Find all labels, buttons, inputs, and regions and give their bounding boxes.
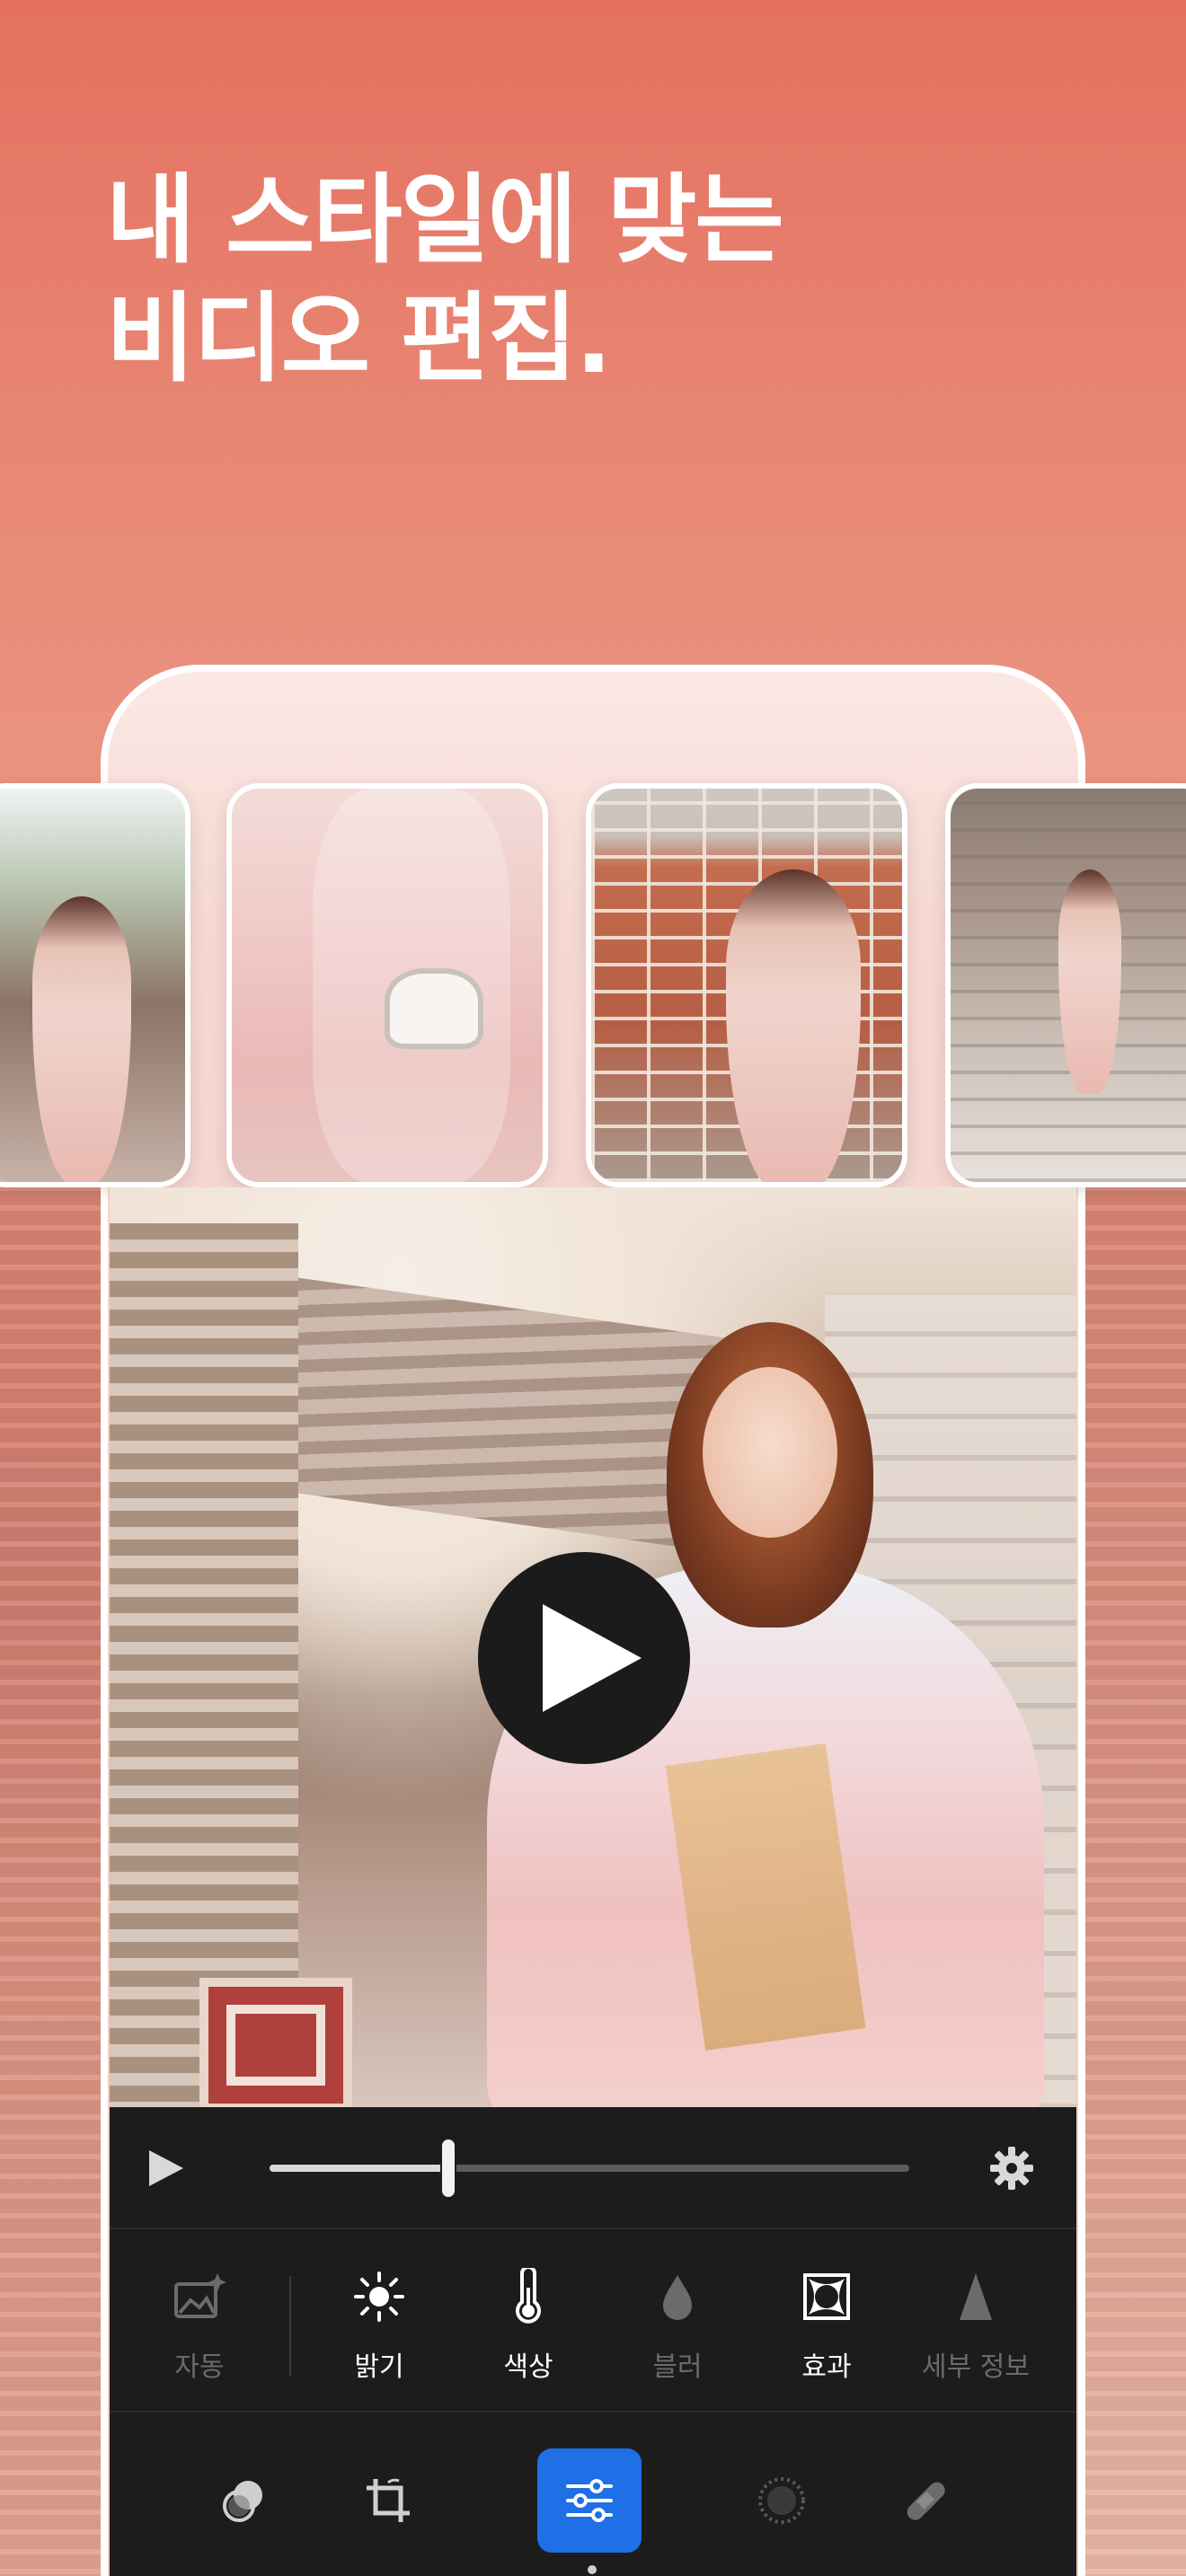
active-tab-indicator xyxy=(588,2565,597,2574)
tool-effects-label: 효과 xyxy=(801,2351,852,2383)
thumbnail-1[interactable] xyxy=(0,783,190,1187)
tool-auto-label: 자동 xyxy=(174,2351,225,2383)
scrubber-handle[interactable] xyxy=(442,2139,456,2197)
brightness-sun-icon xyxy=(354,2272,404,2322)
settings-gear-icon[interactable] xyxy=(988,2145,1035,2192)
thumbnail-2[interactable] xyxy=(226,783,548,1187)
tab-filters[interactable] xyxy=(192,2448,296,2553)
tool-details[interactable]: 세부 정보 xyxy=(904,2265,1048,2384)
auto-enhance-icon xyxy=(174,2273,226,2318)
tab-crop[interactable] xyxy=(336,2448,440,2553)
tab-healing[interactable] xyxy=(873,2448,978,2553)
playback-controls xyxy=(110,2107,1076,2229)
tool-effects[interactable]: 효과 xyxy=(755,2265,898,2384)
thumbnail-3[interactable] xyxy=(586,783,907,1187)
drop-icon xyxy=(663,2275,692,2320)
vignette-dots-icon xyxy=(758,2477,805,2524)
scene-pillar xyxy=(110,1223,298,2107)
background-photo-left xyxy=(0,1186,106,2576)
timeline-scrubber[interactable] xyxy=(270,2139,909,2197)
tools-divider xyxy=(289,2276,291,2377)
triangle-detail-icon xyxy=(960,2273,992,2320)
tool-color-label: 색상 xyxy=(503,2351,553,2383)
tool-auto[interactable]: 자동 xyxy=(128,2265,271,2384)
tool-brightness[interactable]: 밝기 xyxy=(307,2265,451,2384)
tab-adjust[interactable] xyxy=(537,2448,642,2553)
adjustment-tools: 자동 밝기 색상 블러 효과 세부 정보 xyxy=(110,2229,1076,2413)
crop-rotate-icon xyxy=(367,2478,410,2522)
headline-line-1: 내 스타일에 맞는 xyxy=(106,164,784,277)
editor-panel: 자동 밝기 색상 블러 효과 세부 정보 xyxy=(110,2107,1076,2576)
headline-line-2: 비디오 편집. xyxy=(106,283,612,395)
play-icon xyxy=(543,1604,642,1712)
healing-bandage-icon xyxy=(907,2482,945,2520)
filters-icon xyxy=(223,2481,262,2522)
tool-blur[interactable]: 블러 xyxy=(606,2265,749,2384)
tool-details-label: 세부 정보 xyxy=(922,2351,1030,2383)
play-small-icon[interactable] xyxy=(144,2147,187,2190)
tool-brightness-label: 밝기 xyxy=(354,2351,404,2383)
thermometer-icon xyxy=(516,2268,541,2324)
vignette-frame-icon xyxy=(803,2273,850,2320)
timeline-progress xyxy=(270,2165,449,2172)
headline: 내 스타일에 맞는 비디오 편집. xyxy=(106,162,784,399)
adjust-sliders-icon xyxy=(566,2479,613,2522)
editor-tab-bar xyxy=(110,2413,1076,2576)
background-photo-right xyxy=(1078,1186,1186,2576)
thumbnail-4[interactable] xyxy=(945,783,1186,1187)
tool-color[interactable]: 색상 xyxy=(456,2265,600,2384)
play-video-button[interactable] xyxy=(478,1552,690,1764)
scene-person-face xyxy=(703,1367,837,1538)
tool-blur-label: 블러 xyxy=(652,2351,703,2383)
tab-vignette[interactable] xyxy=(730,2448,834,2553)
